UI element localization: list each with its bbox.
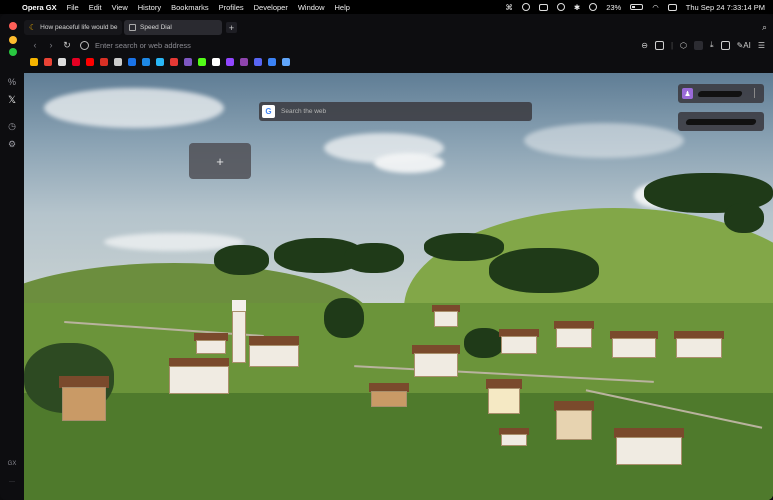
snapshot-icon[interactable] (654, 40, 664, 50)
ai-button[interactable]: ✎AI (737, 41, 751, 50)
sidebar-history-icon[interactable]: ◷ (6, 120, 18, 132)
menu-history[interactable]: History (138, 3, 161, 12)
pinterest-icon[interactable] (72, 58, 80, 66)
menu-edit[interactable]: Edit (89, 3, 102, 12)
tray-play-icon[interactable] (556, 3, 565, 11)
tray-meta-icon[interactable] (538, 3, 548, 11)
wifi-icon[interactable]: ◠ (652, 3, 659, 12)
reload-button[interactable]: ↻ (62, 40, 72, 51)
divider: | (670, 40, 674, 50)
battery-percent: 23% (606, 2, 622, 12)
ai-label: AI (743, 40, 751, 50)
redacted-text (697, 91, 743, 97)
twitch-icon[interactable] (226, 58, 234, 66)
search-tabs-icon[interactable]: ⌕ (762, 22, 767, 33)
tray-app-icon[interactable]: ⌘ (505, 3, 513, 12)
toolbar-right: ⊖ | ⬡ ⤓ ✎AI ☰ (641, 40, 773, 50)
add-site-tile[interactable]: + (189, 143, 251, 179)
maximize-window-button[interactable] (9, 48, 17, 56)
menu-app-name[interactable]: Opera GX (22, 3, 57, 12)
menu-bar-tray: ⌘ ✱ 23% ◠ Thu Sep 24 7:33:14 PM (505, 3, 765, 12)
tab-strip: ☾ How peaceful life would be Speed Dial … (24, 20, 237, 35)
web-search-input[interactable] (281, 108, 521, 115)
chat-icon[interactable] (254, 58, 262, 66)
speed-dial-favicon-icon (129, 24, 136, 31)
tray-circle-icon[interactable] (521, 3, 530, 11)
menu-developer[interactable]: Developer (254, 3, 288, 12)
tab-title: Speed Dial (140, 24, 172, 31)
menu-clock[interactable]: Thu Sep 24 7:33:14 PM (686, 3, 765, 12)
macos-menu-bar: Opera GX File Edit View History Bookmark… (0, 0, 773, 14)
account-avatar-icon: ♟ (682, 88, 693, 99)
zoom-icon[interactable]: ⊖ (641, 41, 648, 50)
account-tile[interactable]: ♟ (678, 84, 764, 103)
battery-icon[interactable] (630, 4, 644, 10)
sidebar-percent-icon[interactable]: % (6, 76, 18, 88)
extensions-icon[interactable]: ⬡ (680, 41, 687, 50)
gmail-icon[interactable] (44, 58, 52, 66)
k-icon[interactable] (198, 58, 206, 66)
menu-help[interactable]: Help (335, 3, 350, 12)
menu-window[interactable]: Window (298, 3, 325, 12)
speed-dial-page: G + ♟ (24, 73, 773, 500)
sidebar-settings-icon[interactable]: ⚙ (6, 138, 18, 150)
youtube-icon[interactable] (86, 58, 94, 66)
menu-view[interactable]: View (112, 3, 128, 12)
tab-speed-dial[interactable]: Speed Dial (124, 20, 222, 35)
address-input[interactable] (95, 40, 475, 50)
sidebar: % 𝕏 ◷ ⚙ GX ··· (0, 14, 24, 500)
new-tab-button[interactable]: + (226, 22, 237, 33)
sidebar-x-icon[interactable]: 𝕏 (6, 94, 18, 106)
p-icon[interactable] (184, 58, 192, 66)
bluetooth-icon[interactable]: ✱ (574, 3, 580, 12)
app-icon[interactable] (156, 58, 164, 66)
menu-bookmarks[interactable]: Bookmarks (171, 3, 209, 12)
purple-app-icon[interactable] (240, 58, 248, 66)
sidebar-more-icon[interactable]: ··· (6, 479, 18, 485)
blue-circle-icon[interactable] (268, 58, 276, 66)
redacted-tile[interactable] (678, 112, 764, 131)
globe-icon[interactable] (282, 58, 290, 66)
minimize-window-button[interactable] (9, 36, 17, 44)
github-icon[interactable] (58, 58, 66, 66)
red-app-icon[interactable] (170, 58, 178, 66)
extension-app-icon[interactable] (694, 40, 704, 50)
star-icon[interactable] (100, 58, 108, 66)
tab-title: How peaceful life would be (40, 24, 118, 31)
wallet-icon[interactable] (720, 40, 730, 50)
bookmarks-bar (24, 56, 290, 68)
globe-icon (80, 40, 89, 50)
redacted-text (685, 119, 757, 125)
back-button[interactable]: ‹ (30, 40, 40, 50)
blue-square-icon[interactable] (128, 58, 136, 66)
tiktok-icon[interactable] (212, 58, 220, 66)
sidebar-gx-label[interactable]: GX (6, 461, 18, 467)
z-icon[interactable] (142, 58, 150, 66)
menu-file[interactable]: File (67, 3, 79, 12)
grid-icon[interactable] (114, 58, 122, 66)
control-center-icon[interactable] (667, 3, 677, 11)
moon-favicon-icon: ☾ (29, 23, 37, 32)
download-icon[interactable]: ⤓ (710, 40, 714, 50)
tray-clock-icon[interactable] (589, 3, 598, 11)
close-window-button[interactable] (9, 22, 17, 30)
menu-profiles[interactable]: Profiles (219, 3, 244, 12)
browser-window: % 𝕏 ◷ ⚙ GX ··· ☾ How peaceful life would… (0, 14, 773, 500)
tab-how-peaceful[interactable]: ☾ How peaceful life would be (24, 20, 122, 35)
account-divider (754, 88, 760, 98)
google-icon: G (262, 105, 275, 118)
web-search-box[interactable]: G (259, 102, 532, 121)
forward-button[interactable]: › (46, 40, 56, 50)
menu-icon[interactable]: ☰ (758, 41, 765, 50)
address-bar-row: ‹ › ↻ ⊖ | ⬡ ⤓ ✎AI ☰ (24, 38, 773, 52)
moon-icon[interactable] (30, 58, 38, 66)
